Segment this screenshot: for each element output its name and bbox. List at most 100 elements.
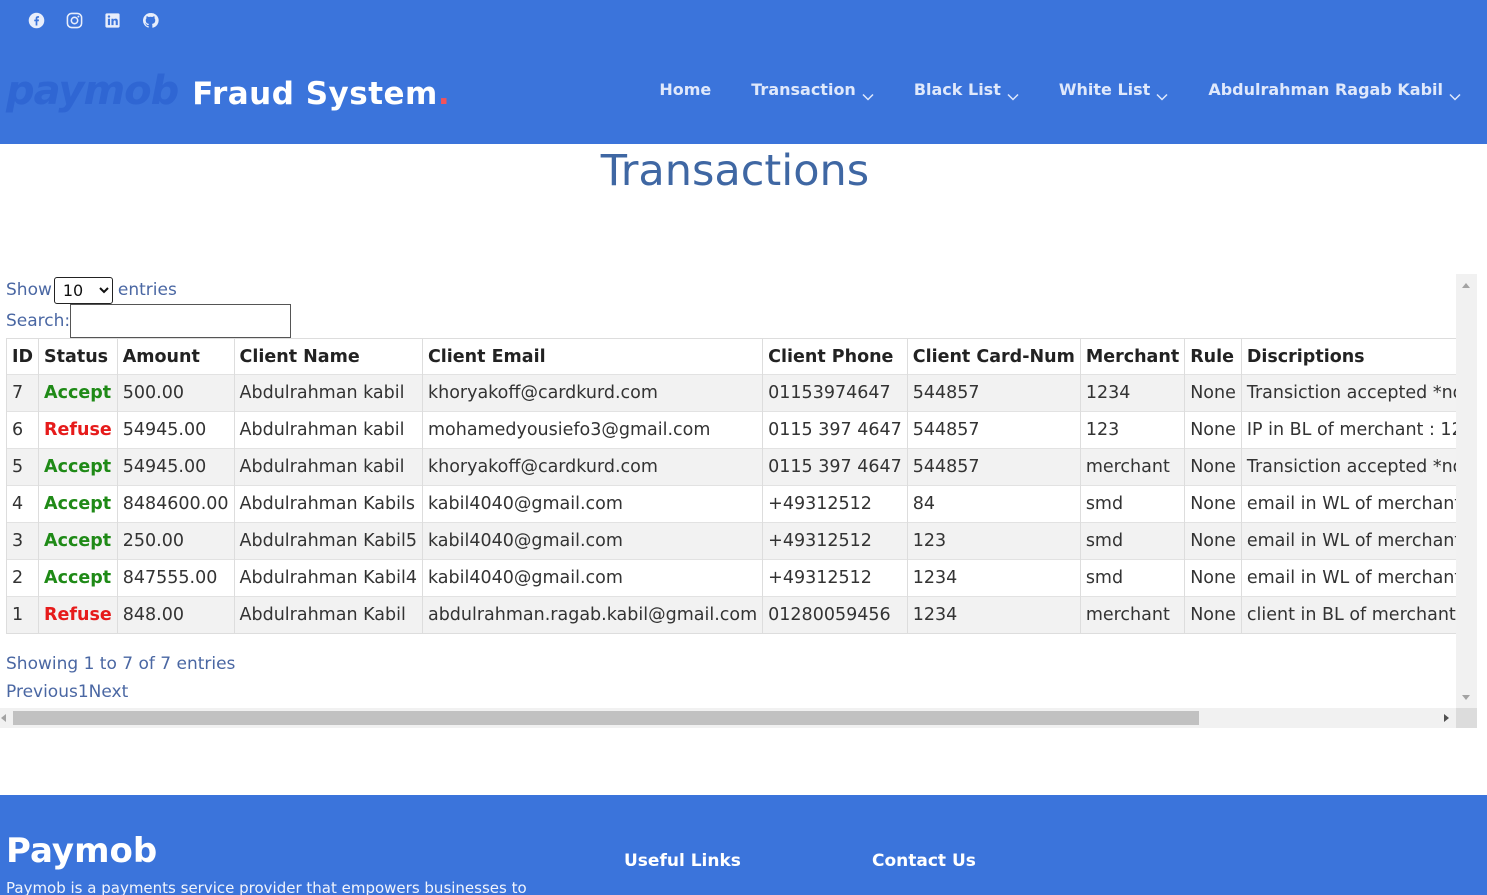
cell-amount: 54945.00 [116,411,235,449]
table-header-row: ID Status Amount Client Name Client Emai… [5,338,1477,375]
site-name-dot: . [437,76,450,112]
pagination: Previous 1 Next [6,682,128,702]
cell-client-phone: +49312512 [762,522,908,560]
cell-merchant: merchant [1079,596,1185,634]
nav-transaction[interactable]: Transaction [751,80,874,101]
chevron-down-icon [862,86,874,101]
column-header-id[interactable]: ID [5,338,39,375]
entries-select[interactable]: 10 [53,276,113,304]
cell-merchant: smd [1079,559,1185,597]
nav-black-list[interactable]: Black List [914,80,1019,101]
cell-id: 5 [5,448,39,486]
top-header: paymob Fraud System . Home Transaction B… [0,0,1487,144]
footer-useful-links-heading: Useful Links [624,851,741,871]
cell-client-phone: 0115 397 4647 [762,411,908,449]
transactions-table: ID Status Amount Client Name Client Emai… [5,338,1477,634]
table-row[interactable]: 4 Accept 8484600.00 Abdulrahman Kabils kabil… [5,485,1477,523]
column-header-card-num[interactable]: Client Card-Num [906,338,1081,375]
column-header-client-phone[interactable]: Client Phone [762,338,908,375]
cell-amount: 8484600.00 [116,485,235,523]
cell-card-num: 1234 [906,596,1081,634]
previous-button[interactable]: Previous [6,682,78,702]
github-icon[interactable] [140,10,160,30]
scrollbar-thumb[interactable] [13,711,1199,725]
horizontal-scrollbar[interactable] [0,708,1456,728]
column-header-client-name[interactable]: Client Name [233,338,423,375]
cell-client-email: mohamedyousiefo3@gmail.com [421,411,763,449]
cell-client-email: khoryakoff@cardkurd.com [421,374,763,412]
search-input[interactable] [70,304,292,338]
table-info: Showing 1 to 7 of 7 entries [6,654,236,674]
linkedin-icon[interactable] [102,10,122,30]
cell-client-email: kabil4040@gmail.com [421,485,763,523]
table-row[interactable]: 5 Accept 54945.00 Abdulrahman kabil khoryako… [5,448,1477,486]
cell-client-phone: 01153974647 [762,374,908,412]
page-title: Transactions [600,146,870,196]
cell-description: email in WL of merchant : smd - [1240,559,1477,597]
cell-description: Transiction accepted *no rules fou [1240,374,1477,412]
cell-card-num: 84 [906,485,1081,523]
cell-description: IP in BL of merchant : 123- [1240,411,1477,449]
cell-rule: None [1184,485,1242,523]
cell-amount: 847555.00 [116,559,235,597]
column-header-rule[interactable]: Rule [1184,338,1242,375]
nav-user-menu[interactable]: Abdulrahman Ragab Kabil [1208,80,1461,101]
table-controls: Show 10 entries Search: [6,276,292,338]
scroll-left-arrow-icon[interactable] [1,714,6,722]
table-row[interactable]: 7 Accept 500.00 Abdulrahman kabil khoryakoff… [5,374,1477,412]
nav-label: Abdulrahman Ragab Kabil [1208,80,1443,99]
transactions-table-container[interactable]: Show 10 entries Search: ID Status Amount… [0,274,1477,728]
footer-brand: Paymob [6,831,158,871]
cell-rule: None [1184,448,1242,486]
cell-rule: None [1184,411,1242,449]
cell-client-email: khoryakoff@cardkurd.com [421,448,763,486]
cell-status: Refuse [38,411,118,449]
cell-card-num: 544857 [906,411,1081,449]
cell-card-num: 544857 [906,374,1081,412]
cell-id: 7 [5,374,39,412]
footer-description: Paymob is a payments service provider th… [6,879,527,895]
facebook-icon[interactable] [26,10,46,30]
nav-label: Transaction [751,80,856,99]
table-row[interactable]: 2 Accept 847555.00 Abdulrahman Kabil4 kabil4… [5,559,1477,597]
cell-client-name: Abdulrahman Kabils [233,485,423,523]
cell-rule: None [1184,522,1242,560]
cell-merchant: 1234 [1079,374,1185,412]
column-header-client-email[interactable]: Client Email [421,338,763,375]
nav-home[interactable]: Home [659,80,711,99]
cell-description: email in WL of merchant : smd - [1240,485,1477,523]
scroll-right-arrow-icon[interactable] [1444,714,1449,722]
brand[interactable]: paymob Fraud System . [6,68,450,114]
cell-description: client in BL of merchant : merchan [1240,596,1477,634]
cell-client-email: kabil4040@gmail.com [421,559,763,597]
table-body: 7 Accept 500.00 Abdulrahman kabil khoryakoff… [5,374,1477,634]
page-1-button[interactable]: 1 [78,682,89,702]
cell-client-name: Abdulrahman kabil [233,448,423,486]
chevron-down-icon [1156,86,1168,101]
table-row[interactable]: 3 Accept 250.00 Abdulrahman Kabil5 kabil4040… [5,522,1477,560]
cell-card-num: 544857 [906,448,1081,486]
paymob-logo: paymob [6,68,179,114]
instagram-icon[interactable] [64,10,84,30]
vertical-scrollbar[interactable] [1456,274,1477,708]
next-button[interactable]: Next [89,682,129,702]
column-header-descriptions[interactable]: Discriptions [1240,338,1477,375]
nav-white-list[interactable]: White List [1059,80,1168,101]
cell-client-phone: 01280059456 [762,596,908,634]
search-label: Search: [6,311,71,331]
cell-status: Accept [38,559,118,597]
column-header-merchant[interactable]: Merchant [1079,338,1185,375]
cell-status: Accept [38,448,118,486]
scroll-up-arrow-icon[interactable] [1462,283,1470,288]
column-header-amount[interactable]: Amount [116,338,235,375]
scroll-down-arrow-icon[interactable] [1462,695,1470,700]
table-row[interactable]: 6 Refuse 54945.00 Abdulrahman kabil mohamedy… [5,411,1477,449]
chevron-down-icon [1007,86,1019,101]
column-header-status[interactable]: Status [38,338,118,375]
cell-amount: 250.00 [116,522,235,560]
cell-status: Accept [38,374,118,412]
table-row[interactable]: 1 Refuse 848.00 Abdulrahman Kabil abdulrahma… [5,596,1477,634]
cell-id: 2 [5,559,39,597]
cell-client-name: Abdulrahman kabil [233,411,423,449]
cell-id: 4 [5,485,39,523]
